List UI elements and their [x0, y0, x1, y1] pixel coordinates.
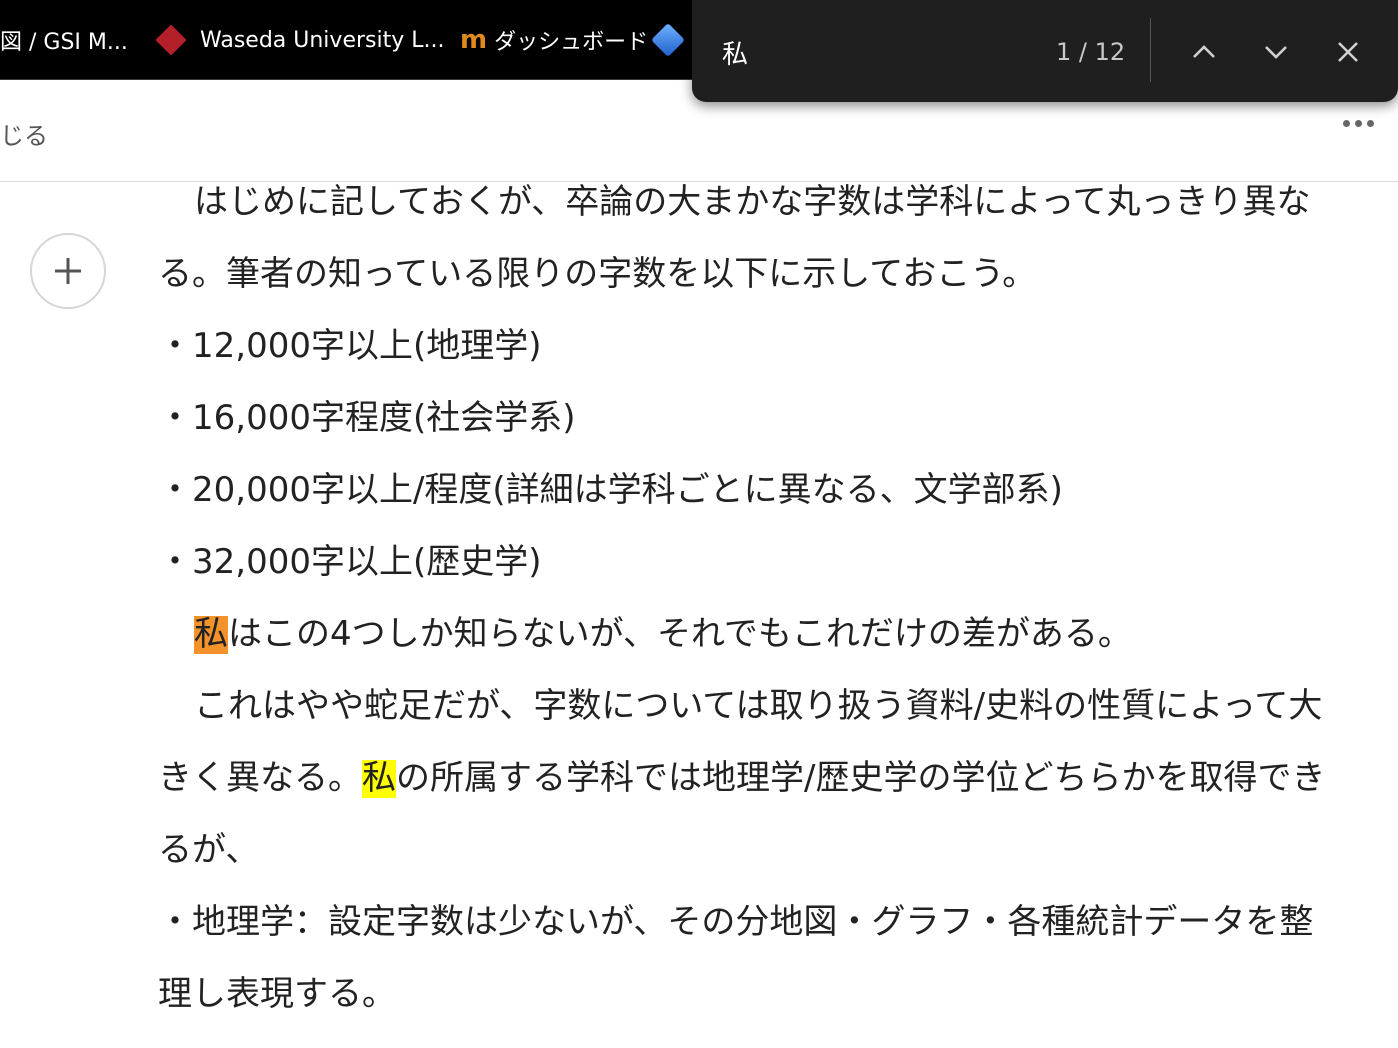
find-bar: 1 / 12: [692, 0, 1398, 102]
paragraph-text: きく異なる。: [158, 760, 362, 798]
paragraph-line: はじめに記しておくが、卒論の大まかな字数は学科によって丸っきり異な: [158, 184, 1398, 256]
add-block-button[interactable]: [30, 233, 106, 309]
find-previous-button[interactable]: [1180, 28, 1228, 76]
bookmark-label: ダッシュボード: [494, 24, 648, 56]
search-highlight: 私: [362, 760, 396, 798]
blue-diamond-icon: [651, 23, 685, 57]
bookmark-label: 図 / GSI M...: [0, 24, 128, 56]
paragraph-text: の所属する学科では地理学/歴史学の学位どちらかを取得でき: [396, 760, 1325, 798]
search-highlight-current: 私: [194, 616, 228, 654]
find-close-button[interactable]: [1324, 28, 1372, 76]
paragraph-line: るが、: [158, 832, 1398, 904]
paragraph-line: る。筆者の知っている限りの字数を以下に示しておこう。: [158, 256, 1398, 328]
bookmark-dashboard[interactable]: m ダッシュボード: [460, 0, 648, 80]
find-next-button[interactable]: [1252, 28, 1300, 76]
list-item: ・16,000字程度(社会学系): [158, 400, 1398, 472]
bookmark-gsi-map[interactable]: 図 / GSI M...: [0, 0, 128, 80]
moodle-icon: m: [460, 25, 484, 55]
list-item: ・32,000字以上(歴史学): [158, 544, 1398, 616]
article-body[interactable]: はじめに記しておくが、卒論の大まかな字数は学科によって丸っきり異な る。筆者の知…: [158, 184, 1398, 1048]
list-item: 理し表現する。: [158, 976, 1398, 1048]
list-item: ・12,000字以上(地理学): [158, 328, 1398, 400]
bookmark-label: Waseda University L...: [200, 28, 444, 53]
bookmark-waseda-library[interactable]: Waseda University L...: [154, 0, 444, 80]
more-options-icon[interactable]: [1343, 120, 1374, 127]
bookmark-blue[interactable]: [656, 0, 694, 80]
list-item: ・地理学：設定字数は少ないが、その分地図・グラフ・各種統計データを整: [158, 904, 1398, 976]
close-editor-link[interactable]: じる: [0, 116, 48, 151]
chevron-down-icon: [1263, 44, 1289, 60]
paragraph-text: はこの4つしか知らないが、それでもこれだけの差がある。: [228, 616, 1132, 654]
list-item: ・20,000字以上/程度(詳細は学科ごとに異なる、文学部系): [158, 472, 1398, 544]
chevron-up-icon: [1191, 44, 1217, 60]
paragraph-line: 私はこの4つしか知らないが、それでもこれだけの差がある。: [158, 616, 1398, 688]
close-icon: [1336, 40, 1360, 64]
find-divider: [1150, 18, 1151, 82]
paragraph-line: これはやや蛇足だが、字数については取り扱う資料/史料の性質によって大: [158, 688, 1398, 760]
find-match-count: 1 / 12: [1056, 38, 1125, 66]
plus-icon: [52, 255, 84, 287]
paragraph-line: きく異なる。私の所属する学科では地理学/歴史学の学位どちらかを取得でき: [158, 760, 1398, 832]
find-input[interactable]: [722, 32, 1042, 72]
red-diamond-icon: [155, 24, 186, 55]
